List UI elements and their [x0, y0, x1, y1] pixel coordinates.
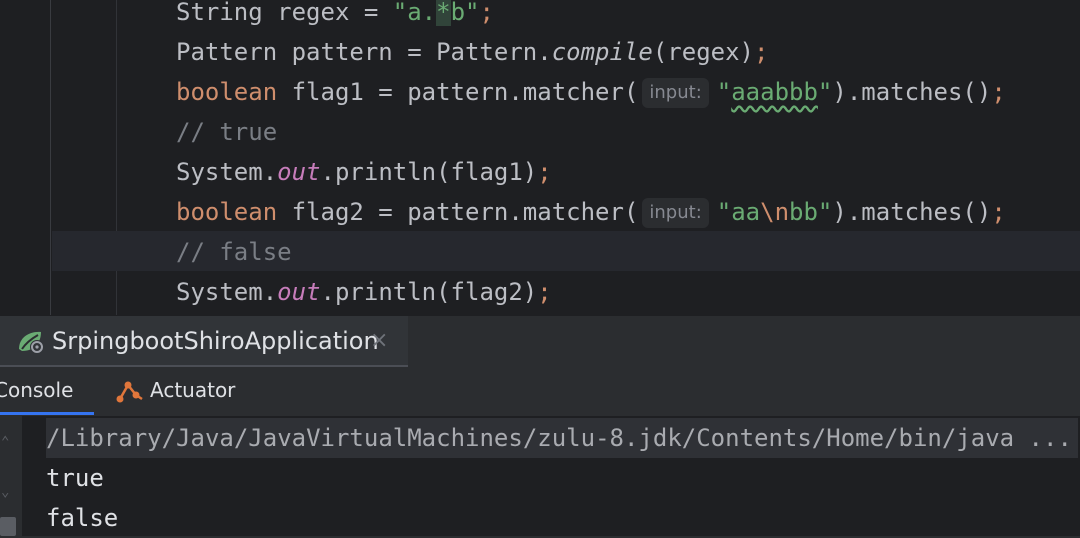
close-icon[interactable]: ×: [370, 316, 388, 366]
semicolon: ;: [537, 278, 552, 306]
string-literal: "a.: [392, 0, 437, 26]
run-config-title: SrpingbootShiroApplication: [52, 327, 379, 355]
string-literal: bb": [789, 198, 833, 226]
code-text: (regex): [652, 38, 754, 66]
actuator-icon: [116, 379, 144, 407]
code-text: System.: [176, 158, 278, 186]
escape-sequence: \n: [760, 198, 790, 226]
run-config-tab[interactable]: SrpingbootShiroApplication ×: [0, 316, 408, 367]
semicolon: ;: [537, 158, 552, 186]
code-text: ).matches(): [832, 78, 992, 106]
spring-icon: [16, 329, 46, 359]
method-name: compile: [551, 38, 653, 66]
code-editor[interactable]: String regex = "a.*b"; Pattern pattern =…: [0, 0, 1080, 315]
semicolon: ;: [754, 38, 769, 66]
semicolon: ;: [991, 78, 1006, 106]
tab-actuator-label: Actuator: [150, 378, 236, 402]
code-line-8[interactable]: System.out.println(flag2);: [176, 272, 552, 312]
string-literal: b": [450, 0, 480, 26]
regex-star: *: [436, 0, 451, 26]
tab-console-label: Console: [0, 378, 74, 402]
code-text: .println(flag1): [320, 158, 538, 186]
up-arrow-icon[interactable]: ⌃: [1, 434, 9, 450]
comment: // true: [176, 118, 278, 146]
down-arrow-icon[interactable]: ⌄: [1, 484, 9, 500]
console-output-line: false: [46, 504, 119, 532]
code-text: Pattern pattern = Pattern.: [176, 38, 552, 66]
code-line-7[interactable]: // false: [176, 232, 292, 272]
code-line-3[interactable]: boolean flag1 = pattern.matcher(input: "a…: [176, 72, 1006, 112]
tab-console[interactable]: Console: [0, 367, 94, 415]
run-tabs-bar: Console Actuator: [0, 367, 1080, 415]
code-text: String regex =: [176, 0, 393, 26]
gutter-divider: [50, 0, 51, 315]
semicolon: ;: [991, 198, 1006, 226]
console-output-line: true: [46, 464, 104, 492]
keyword: boolean: [176, 78, 278, 106]
console-toolbar: ⌃ ⌄: [0, 416, 22, 536]
code-line-2[interactable]: Pattern pattern = Pattern.compile(regex)…: [176, 32, 768, 72]
semicolon: ;: [479, 0, 494, 26]
code-text: ).matches(): [832, 198, 992, 226]
parameter-hint: input:: [642, 198, 709, 228]
string-literal: "aa: [716, 198, 761, 226]
code-line-6[interactable]: boolean flag2 = pattern.matcher(input: "a…: [176, 192, 1006, 232]
run-tool-window: SrpingbootShiroApplication × Console Act…: [0, 315, 1080, 536]
code-line-1[interactable]: String regex = "a.*b";: [176, 0, 494, 32]
parameter-hint: input:: [642, 78, 709, 108]
string-literal: aaabbb: [731, 78, 818, 106]
console-output[interactable]: ⌃ ⌄ /Library/Java/JavaVirtualMachines/zu…: [0, 416, 1080, 536]
code-text: flag1 = pattern.matcher(: [277, 78, 639, 106]
static-field: out: [277, 278, 321, 306]
code-text: .println(flag2): [320, 278, 538, 306]
run-titlebar: SrpingbootShiroApplication ×: [0, 316, 1080, 367]
code-text: flag2 = pattern.matcher(: [277, 198, 639, 226]
string-quote: ": [817, 78, 833, 106]
code-text: System.: [176, 278, 278, 306]
code-line-5[interactable]: System.out.println(flag1);: [176, 152, 552, 192]
code-line-4[interactable]: // true: [176, 112, 277, 152]
console-command-line: /Library/Java/JavaVirtualMachines/zulu-8…: [46, 418, 1078, 458]
string-quote: ": [716, 78, 732, 106]
keyword: boolean: [176, 198, 278, 226]
comment: // false: [176, 238, 292, 266]
scroll-end-icon[interactable]: [0, 517, 16, 536]
static-field: out: [277, 158, 321, 186]
